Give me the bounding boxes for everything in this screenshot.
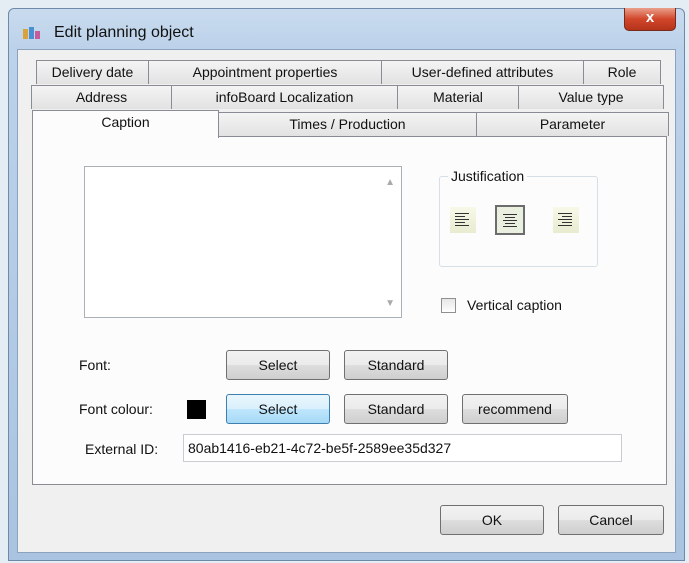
font-colour-select-button[interactable]: Select [226,394,330,424]
vertical-caption-checkbox[interactable] [441,298,456,313]
ok-button[interactable]: OK [440,505,544,535]
scroll-up-arrow-icon[interactable]: ▲ [385,177,395,188]
font-colour-label: Font colour: [79,401,153,417]
scroll-down-arrow-icon[interactable]: ▼ [385,298,395,309]
external-id-field[interactable]: 80ab1416-eb21-4c72-be5f-2589ee35d327 [183,434,622,462]
tab-delivery-date[interactable]: Delivery date [36,60,149,84]
caption-textarea[interactable]: ▲ ▼ [84,166,402,318]
tab-times-production[interactable]: Times / Production [218,112,477,136]
align-left-icon [455,213,469,228]
tab-infoboard-localization[interactable]: infoBoard Localization [171,85,398,109]
tab-parameter[interactable]: Parameter [476,112,669,136]
font-standard-button[interactable]: Standard [344,350,448,380]
window-title: Edit planning object [54,24,194,41]
font-label: Font: [79,357,111,373]
tab-caption[interactable]: Caption [32,110,219,138]
tab-role[interactable]: Role [583,60,661,84]
justify-center-button[interactable] [495,205,525,235]
tab-appointment-properties[interactable]: Appointment properties [148,60,382,84]
align-center-icon [503,214,517,229]
justification-label: Justification [448,168,528,184]
justify-right-button[interactable] [553,207,579,233]
title-bar[interactable]: Edit planning object x [9,8,684,49]
font-select-button[interactable]: Select [226,350,330,380]
tab-material[interactable]: Material [397,85,519,109]
font-colour-swatch [187,400,206,419]
vertical-caption-label: Vertical caption [467,297,562,313]
cancel-button[interactable]: Cancel [558,505,664,535]
app-icon [23,27,40,39]
tab-user-defined-attributes[interactable]: User-defined attributes [381,60,584,84]
tab-value-type[interactable]: Value type [518,85,664,109]
align-right-icon [558,213,572,228]
recommend-button[interactable]: recommend [462,394,568,424]
tab-address[interactable]: Address [31,85,172,109]
external-id-label: External ID: [85,441,159,457]
justification-group: Justification [439,168,598,267]
font-colour-standard-button[interactable]: Standard [344,394,448,424]
justify-left-button[interactable] [450,207,476,233]
close-button[interactable]: x [624,8,676,31]
